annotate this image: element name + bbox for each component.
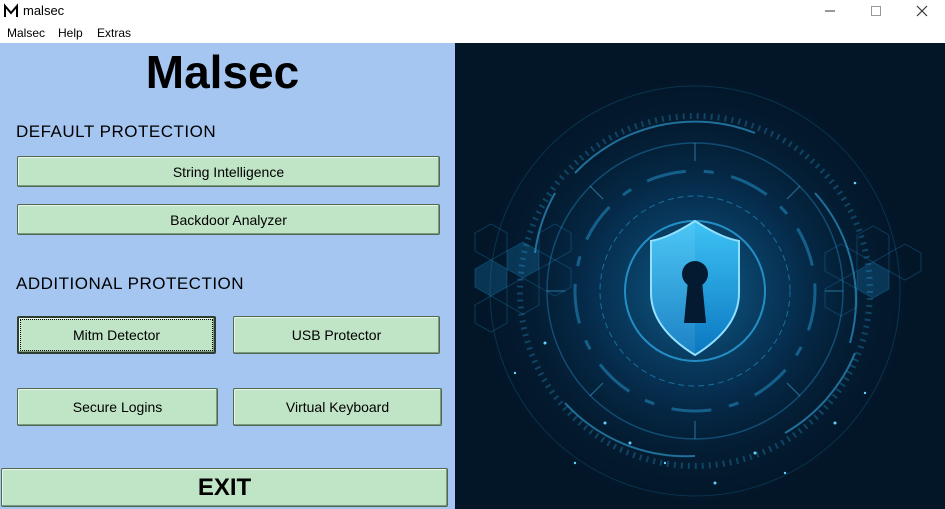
secure-logins-button[interactable]: Secure Logins (17, 388, 218, 426)
app-name-heading: Malsec (145, 46, 300, 98)
minimize-icon (825, 10, 835, 12)
exit-button[interactable]: EXIT (1, 468, 448, 507)
menu-bar: Malsec Help Extras (0, 22, 945, 43)
menu-malsec[interactable]: Malsec (7, 26, 45, 40)
close-button[interactable] (899, 0, 945, 22)
mitm-detector-button[interactable]: Mitm Detector (17, 316, 216, 354)
default-protection-heading: DEFAULT PROTECTION (16, 122, 217, 141)
cyber-shield-art (455, 43, 945, 509)
close-icon (916, 5, 928, 17)
security-illustration (455, 43, 945, 509)
menu-help[interactable]: Help (58, 26, 83, 40)
control-panel: Malsec DEFAULT PROTECTION String Intelli… (0, 43, 455, 509)
additional-protection-heading: ADDITIONAL PROTECTION (16, 274, 245, 293)
malsec-logo-icon (4, 3, 18, 17)
title-bar: malsec (0, 0, 945, 22)
menu-extras[interactable]: Extras (97, 26, 131, 40)
window-title: malsec (23, 3, 65, 18)
virtual-keyboard-button[interactable]: Virtual Keyboard (233, 388, 442, 426)
usb-protector-button[interactable]: USB Protector (233, 316, 440, 354)
backdoor-analyzer-button[interactable]: Backdoor Analyzer (17, 204, 440, 235)
minimize-button[interactable] (807, 0, 853, 22)
string-intelligence-button[interactable]: String Intelligence (17, 156, 440, 187)
maximize-icon (871, 6, 881, 16)
maximize-button[interactable] (853, 0, 899, 22)
